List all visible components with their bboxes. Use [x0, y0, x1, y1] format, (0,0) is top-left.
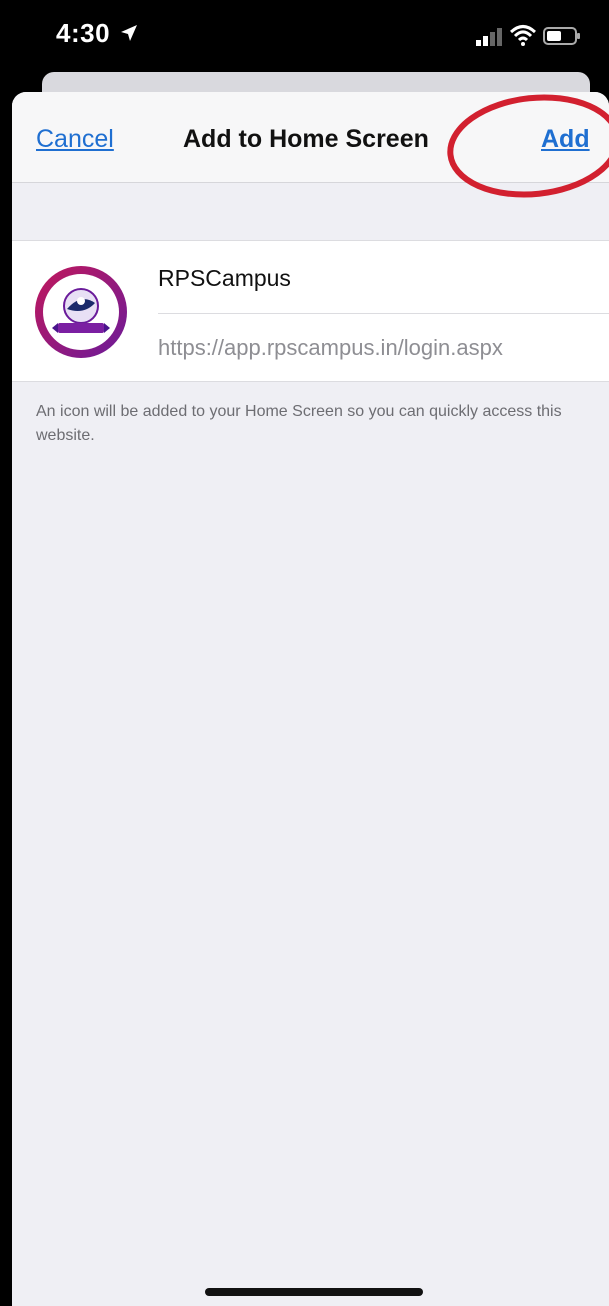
rps-school-logo-icon	[35, 266, 127, 358]
footer-note: An icon will be added to your Home Scree…	[36, 403, 562, 444]
signal-icon	[476, 28, 502, 46]
wifi-icon	[510, 25, 536, 46]
add-button[interactable]: Add	[541, 125, 590, 154]
nav-bar: Cancel Add to Home Screen Add	[12, 92, 609, 198]
add-to-home-sheet: Cancel Add to Home Screen Add RPSCampus …	[12, 92, 609, 1306]
row-divider	[158, 313, 609, 314]
location-arrow-icon	[121, 25, 137, 41]
sheet-title: Add to Home Screen	[183, 125, 429, 153]
status-bar: 4:30	[0, 0, 609, 82]
bookmark-row: https://app.rpscampus.in/login.aspx	[12, 240, 609, 382]
cancel-button[interactable]: Cancel	[36, 125, 114, 154]
screen: 4:30 Cancel Add to Home Screen Add RPSCa…	[0, 0, 609, 1306]
battery-icon	[543, 27, 580, 45]
home-indicator[interactable]	[205, 1288, 423, 1296]
status-time: 4:30	[56, 18, 111, 48]
bookmark-name-input[interactable]	[158, 265, 598, 292]
bookmark-url: https://app.rpscampus.in/login.aspx	[158, 335, 503, 360]
